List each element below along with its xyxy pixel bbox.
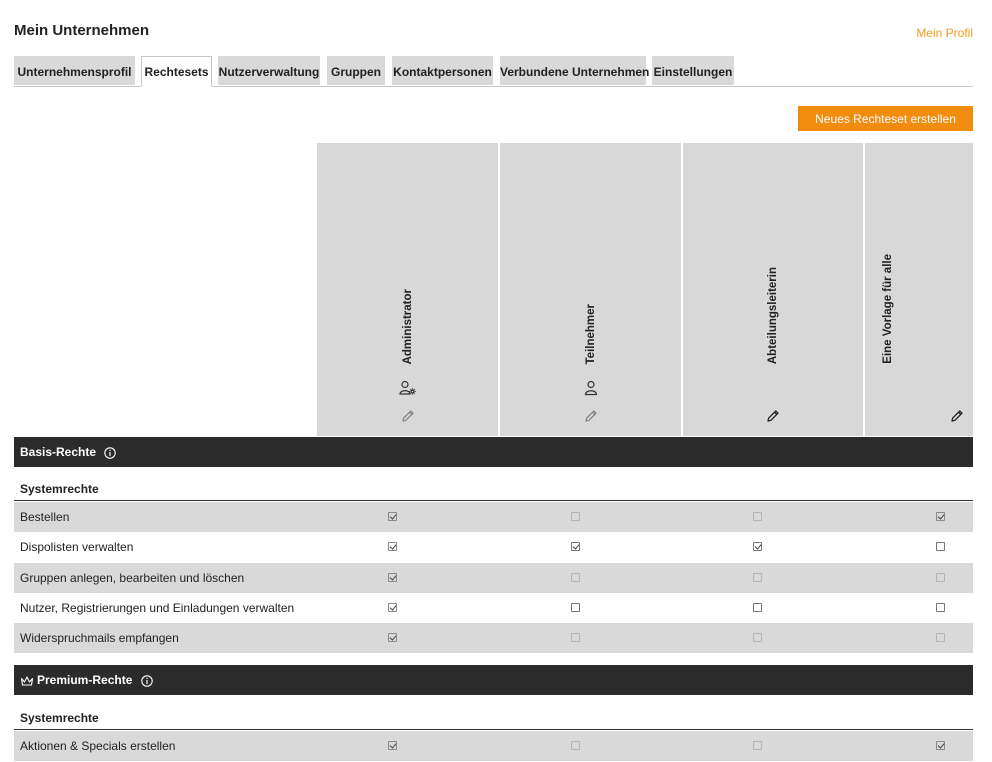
role-name: Teilnehmer <box>584 303 597 365</box>
tab-connected-companies[interactable]: Verbundene Unternehmen <box>500 56 649 85</box>
permission-checkbox[interactable] <box>753 602 762 612</box>
permission-checkbox[interactable] <box>936 602 945 612</box>
role-column-teilnehmer: Teilnehmer <box>500 143 681 436</box>
role-name: Administrator <box>401 288 414 364</box>
permission-checkbox <box>571 512 580 521</box>
permission-checkbox <box>753 741 762 750</box>
permission-checkbox <box>571 633 580 643</box>
permission-checkbox <box>936 633 945 643</box>
role-name: Abteilungsleiterin <box>767 266 779 364</box>
tab-company-profile[interactable]: Unternehmensprofil <box>14 56 135 85</box>
permission-row: Nutzer, Registrierungen und Einladungen … <box>14 593 973 623</box>
user-icon <box>584 380 597 396</box>
permission-checkbox <box>936 512 945 521</box>
section-premium-rights: Premium-Rechte <box>14 665 973 695</box>
divider <box>14 500 973 501</box>
permission-checkbox <box>936 572 945 582</box>
permission-label: Gruppen anlegen, bearbeiten und löschen <box>20 570 245 585</box>
tab-contact-persons[interactable]: Kontaktpersonen <box>392 56 493 85</box>
permission-label: Bestellen <box>20 510 70 524</box>
pencil-icon[interactable] <box>950 409 964 423</box>
info-icon[interactable] <box>140 675 153 687</box>
permission-checkbox <box>571 572 580 582</box>
crown-icon <box>20 676 34 686</box>
pencil-icon[interactable] <box>401 409 415 423</box>
permission-checkbox[interactable] <box>571 542 580 552</box>
section-title: Premium-Rechte <box>37 673 133 687</box>
my-profile-link[interactable]: Mein Profil <box>916 26 973 40</box>
pencil-icon[interactable] <box>584 409 598 423</box>
role-column-abteilungsleiterin: Abteilungsleiterin <box>683 143 863 436</box>
permission-checkbox <box>388 602 397 612</box>
tab-rulesets[interactable]: Rechtesets <box>141 56 212 87</box>
permission-label: Dispolisten verwalten <box>20 540 134 555</box>
section-basis-rights: Basis-Rechte <box>14 437 973 467</box>
permission-row: Gruppen anlegen, bearbeiten und löschen <box>14 562 973 593</box>
info-icon[interactable] <box>104 447 117 459</box>
permission-label: Aktionen & Specials erstellen <box>20 739 176 753</box>
new-ruleset-button[interactable]: Neues Rechteset erstellen <box>798 106 973 131</box>
permission-checkbox <box>753 512 762 521</box>
permission-checkbox[interactable] <box>936 542 945 552</box>
tab-user-management[interactable]: Nutzerverwaltung <box>218 56 320 85</box>
role-name: Eine Vorlage für alle <box>882 254 894 364</box>
permission-checkbox <box>753 572 762 582</box>
permission-checkbox[interactable] <box>753 542 762 552</box>
permission-checkbox <box>388 572 397 582</box>
role-column-vorlage: Eine Vorlage für alle <box>865 143 973 436</box>
permission-checkbox <box>388 512 397 521</box>
permission-row: Bestellen <box>14 502 973 532</box>
user-gear-icon <box>398 380 416 395</box>
page-title: Mein Unternehmen <box>14 22 150 39</box>
permission-checkbox <box>388 633 397 643</box>
permission-checkbox <box>753 633 762 643</box>
divider <box>14 729 973 730</box>
pencil-icon[interactable] <box>766 409 780 423</box>
permission-label: Nutzer, Registrierungen und Einladungen … <box>20 600 295 615</box>
group-title-systemrechte: Systemrechte <box>20 711 99 725</box>
permission-checkbox[interactable] <box>571 602 580 612</box>
permission-checkbox <box>936 741 945 750</box>
tab-bar: Unternehmensprofil Rechtesets Nutzerverw… <box>14 56 973 87</box>
permission-row: Aktionen & Specials erstellen <box>14 731 973 761</box>
role-column-administrator: Administrator <box>317 143 498 436</box>
permission-checkbox <box>571 741 580 750</box>
permission-label: Widerspruchmails empfangen <box>20 631 179 646</box>
permission-checkbox <box>388 542 397 552</box>
section-title: Basis-Rechte <box>20 445 97 459</box>
permission-checkbox <box>388 741 397 750</box>
tab-settings[interactable]: Einstellungen <box>652 56 734 85</box>
permission-row: Widerspruchmails empfangen <box>14 623 973 654</box>
permission-row: Dispolisten verwalten <box>14 532 973 562</box>
tab-groups[interactable]: Gruppen <box>327 56 385 85</box>
group-title-systemrechte: Systemrechte <box>20 482 99 496</box>
